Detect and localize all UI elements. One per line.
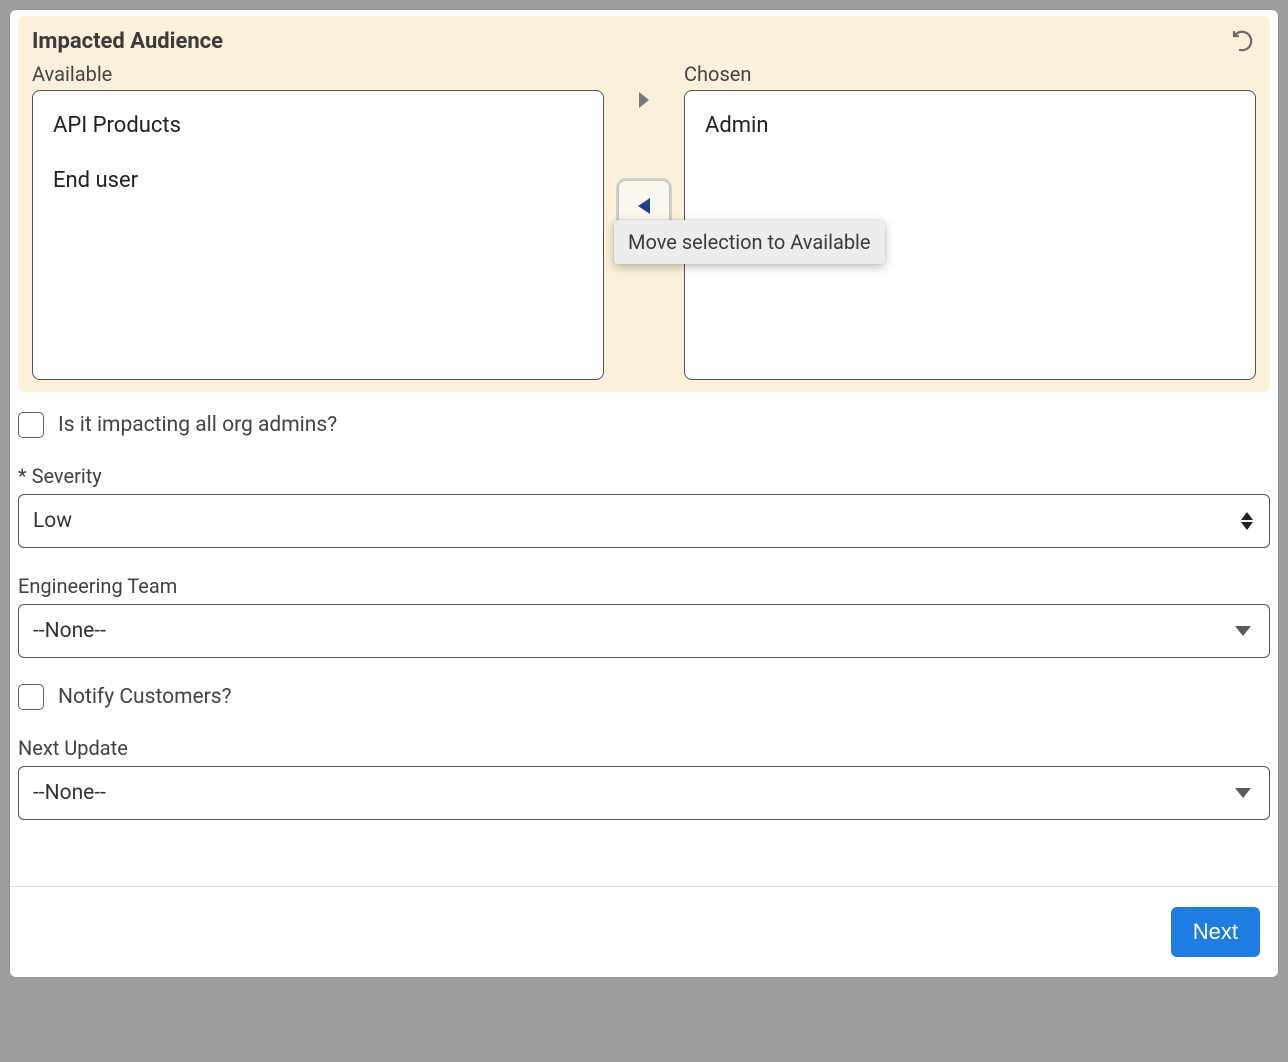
next-button[interactable]: Next [1171, 907, 1260, 957]
mover-column: Move selection to Available [614, 62, 674, 380]
impacting-all-checkbox[interactable] [18, 412, 44, 438]
severity-label: * Severity [18, 464, 1270, 488]
severity-field: * Severity Low [18, 464, 1270, 548]
undo-button[interactable] [1230, 28, 1256, 54]
footer: Next [10, 886, 1278, 977]
impacting-all-row: Is it impacting all org admins? [18, 412, 1270, 438]
chevron-right-icon [634, 90, 654, 110]
engineering-team-value: --None-- [33, 619, 106, 643]
available-listbox[interactable]: API Products End user [32, 90, 604, 380]
impacting-all-label: Is it impacting all org admins? [58, 413, 337, 437]
form-window: Impacted Audience Available API Products… [10, 10, 1278, 977]
panel-header: Impacted Audience [32, 28, 1256, 54]
move-right-button[interactable] [634, 90, 654, 110]
chevron-left-icon [636, 197, 652, 215]
list-item[interactable]: API Products [53, 109, 583, 164]
available-column: Available API Products End user [32, 62, 604, 380]
chevron-down-icon [1235, 788, 1251, 798]
list-item[interactable]: Admin [705, 109, 1235, 142]
engineering-team-label: Engineering Team [18, 574, 1270, 598]
sort-icon [1241, 512, 1253, 530]
next-update-field: Next Update --None-- [18, 736, 1270, 820]
next-update-value: --None-- [33, 781, 106, 805]
notify-customers-label: Notify Customers? [58, 685, 232, 709]
panel-title: Impacted Audience [32, 29, 223, 54]
engineering-team-select[interactable]: --None-- [18, 604, 1270, 658]
chevron-down-icon [1235, 626, 1251, 636]
impacted-audience-panel: Impacted Audience Available API Products… [18, 16, 1270, 392]
available-label: Available [32, 62, 604, 86]
chosen-label: Chosen [684, 62, 1256, 86]
move-left-tooltip: Move selection to Available [614, 220, 885, 264]
next-update-label: Next Update [18, 736, 1270, 760]
list-item[interactable]: End user [53, 164, 583, 197]
notify-customers-row: Notify Customers? [18, 684, 1270, 710]
form-area: Is it impacting all org admins? * Severi… [10, 392, 1278, 820]
form-content: Impacted Audience Available API Products… [10, 10, 1278, 830]
engineering-team-field: Engineering Team --None-- [18, 574, 1270, 658]
severity-value: Low [33, 509, 72, 533]
next-update-select[interactable]: --None-- [18, 766, 1270, 820]
undo-icon [1231, 29, 1255, 53]
dual-listbox: Available API Products End user Move sel… [32, 62, 1256, 380]
notify-customers-checkbox[interactable] [18, 684, 44, 710]
severity-select[interactable]: Low [18, 494, 1270, 548]
